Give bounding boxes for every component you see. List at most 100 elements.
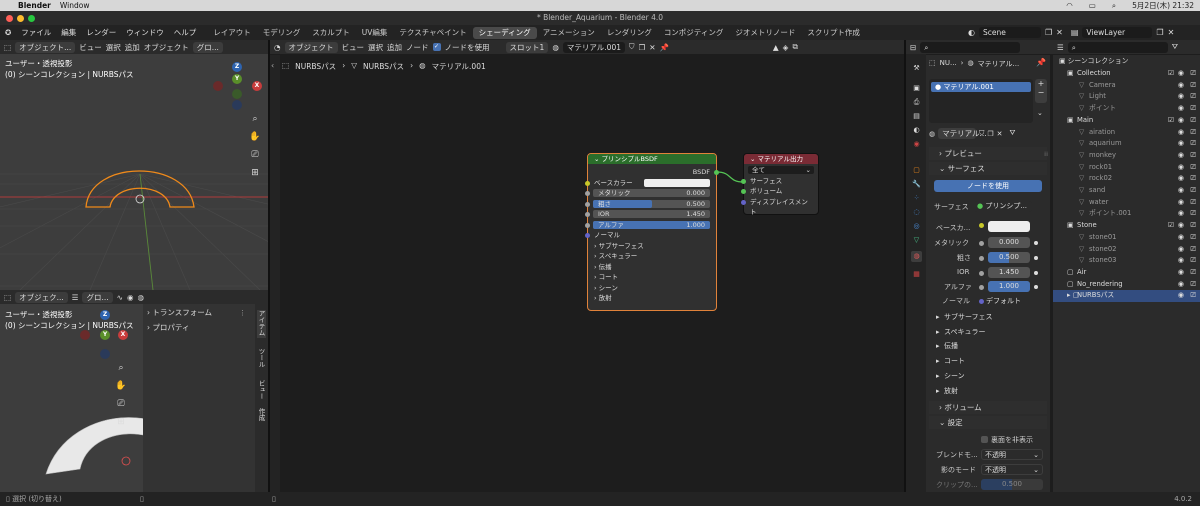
exclude-checkbox-icon[interactable]: ☑ xyxy=(1168,68,1174,80)
transform-panel[interactable]: › トランスフォーム xyxy=(147,307,212,318)
node-editor[interactable]: ‹ ⬚ NURBSパス › ▽ NURBSパス › ◍ マテリアル.001 ⌄ プリン… xyxy=(270,55,904,492)
modifier-tab-icon[interactable]: 🔧 xyxy=(911,179,922,190)
gizmo-neg-y-icon[interactable] xyxy=(232,89,242,99)
settings-section[interactable]: ⌄ 設定 xyxy=(929,416,1047,429)
hide-eye-icon[interactable]: ◉ xyxy=(1178,115,1184,127)
hide-eye-icon[interactable]: ◉ xyxy=(1178,279,1184,291)
world-tab-icon[interactable]: ◉ xyxy=(911,139,922,150)
render-camera-icon[interactable]: ⎚ xyxy=(1190,68,1196,80)
bsdf-slider[interactable]: アルファ 1.000 xyxy=(593,220,710,229)
hide-eye-icon[interactable]: ◉ xyxy=(1178,244,1184,256)
workspace-tab[interactable]: ジオメトリノード xyxy=(729,27,801,39)
menu-icon[interactable]: ☰ xyxy=(72,293,79,302)
workspace-tab[interactable]: レイアウト xyxy=(207,27,257,39)
hide-eye-icon[interactable]: ◉ xyxy=(1178,103,1184,115)
workspace-tab[interactable]: テクスチャペイント xyxy=(393,27,472,39)
new-scene-icon[interactable]: ❐ xyxy=(1045,28,1052,37)
zoom-icon[interactable]: ⌕ xyxy=(248,112,262,126)
hide-eye-icon[interactable]: ◉ xyxy=(1178,197,1184,209)
zoom-window-button[interactable] xyxy=(28,15,35,22)
surface-subpanel[interactable]: ▸ スペキュラー xyxy=(936,327,985,337)
properties-search[interactable]: ⌕ xyxy=(920,41,1021,53)
render-camera-icon[interactable]: ⎚ xyxy=(1190,255,1196,267)
camera-icon[interactable]: ⎚ xyxy=(248,148,262,162)
pin-icon[interactable]: 📌 xyxy=(660,43,669,52)
hide-eye-icon[interactable]: ◉ xyxy=(1178,232,1184,244)
render-camera-icon[interactable]: ⎚ xyxy=(1190,244,1196,256)
view-options-icon[interactable]: ⧉ xyxy=(792,42,797,52)
pan-hand-icon[interactable]: ✋ xyxy=(114,379,128,393)
render-camera-icon[interactable]: ⎚ xyxy=(1190,208,1196,220)
bsdf-slider[interactable]: メタリック 0.000 xyxy=(593,189,710,197)
hide-eye-icon[interactable]: ◉ xyxy=(1178,127,1184,139)
hide-eye-icon[interactable]: ◉ xyxy=(1178,267,1184,279)
normal-value[interactable]: デフォルト xyxy=(986,296,1021,306)
proportional-icon[interactable]: ◉ xyxy=(127,293,134,302)
slot-add-remove-buttons[interactable]: + − xyxy=(1035,79,1047,103)
property-slider[interactable]: 0.500 xyxy=(988,252,1030,263)
surface-subpanel[interactable]: ▸ コート xyxy=(936,356,965,366)
minimize-window-button[interactable] xyxy=(17,15,24,22)
surface-subpanel[interactable]: ▸ シーン xyxy=(936,371,965,381)
base-color-swatch[interactable] xyxy=(644,178,710,187)
render-camera-icon[interactable]: ⎚ xyxy=(1190,91,1196,103)
orientation-dropdown[interactable]: グロ... xyxy=(82,291,113,303)
overlay-icon[interactable]: ▲ xyxy=(773,43,779,52)
render-camera-icon[interactable]: ⎚ xyxy=(1190,103,1196,115)
mode-dropdown[interactable]: オブジェク... xyxy=(15,291,68,303)
constraints-tab-icon[interactable]: ◎ xyxy=(911,221,922,232)
orientation-dropdown[interactable]: グロ... xyxy=(192,41,223,53)
render-camera-icon[interactable]: ⎚ xyxy=(1190,115,1196,127)
shadow-mode-dropdown[interactable]: 不透明 ⌄ xyxy=(981,464,1043,475)
surface-shader-field[interactable]: ● プリンシプ... xyxy=(974,201,1032,212)
object-tab-icon[interactable]: ▢ xyxy=(911,165,922,176)
gizmo-neg-z-icon[interactable] xyxy=(232,100,242,110)
render-camera-icon[interactable]: ⎚ xyxy=(1190,279,1196,291)
workspace-tab[interactable]: アニメーション xyxy=(537,27,601,39)
editor-type-icon[interactable]: ⊟ xyxy=(910,43,916,52)
clip-threshold-field[interactable]: 0.500 xyxy=(981,479,1043,490)
bsdf-output-socket[interactable] xyxy=(714,170,719,175)
gizmo-y-icon[interactable]: Y xyxy=(232,74,242,84)
render-camera-icon[interactable]: ⎚ xyxy=(1190,232,1196,244)
bsdf-subpanel[interactable]: › シーン xyxy=(588,283,716,294)
datetime[interactable]: 5月2日(木) 21:32 xyxy=(1132,0,1194,11)
window-menu[interactable]: Window xyxy=(60,1,90,10)
outliner-item[interactable]: ▸ ▢ NURBSパス ◉ ⎚ xyxy=(1053,290,1200,302)
target-dropdown[interactable]: 全て ⌄ xyxy=(748,166,814,174)
gizmo-neg-x-icon[interactable] xyxy=(80,330,90,340)
remove-scene-icon[interactable]: ✕ xyxy=(1056,28,1063,37)
zoom-icon[interactable]: ⌕ xyxy=(114,361,128,375)
fake-user-icon[interactable]: ⛉ xyxy=(629,42,635,52)
render-tab-icon[interactable]: ▣ xyxy=(911,83,922,94)
data-tab-icon[interactable]: ▽ xyxy=(911,235,922,246)
input-socket[interactable] xyxy=(585,191,590,196)
outliner[interactable]: ▣ シーンコレクション ▣ Collection ☑ ◉ ⎚ ▽ Camera ◉ ⎚ ▽ Ligh… xyxy=(1053,55,1200,492)
outliner-item[interactable]: ▽ rock01 ◉ ⎚ xyxy=(1053,162,1200,174)
unlink-icon[interactable]: ✕ xyxy=(997,130,1003,138)
outliner-item[interactable]: ▽ sand ◉ ⎚ xyxy=(1053,185,1200,197)
surface-subpanel[interactable]: ▸ 放射 xyxy=(936,386,958,396)
material-output-node[interactable]: ⌄ マテリアル出力 全て ⌄ サーフェス ボリューム ディスプレイスメント xyxy=(741,153,819,216)
grid-view-icon[interactable]: ⊞ xyxy=(248,166,262,180)
duplicate-icon[interactable]: ❐ xyxy=(987,130,993,138)
expand-toolbar-icon[interactable]: ‹ xyxy=(271,61,274,70)
gizmo-neg-z-icon[interactable] xyxy=(100,349,110,359)
hide-eye-icon[interactable]: ◉ xyxy=(1178,80,1184,92)
outliner-item[interactable]: ▽ rock02 ◉ ⎚ xyxy=(1053,173,1200,185)
use-nodes-checkbox[interactable]: ✓ xyxy=(432,43,441,51)
node-add-menu[interactable]: 追加 xyxy=(387,42,402,53)
bsdf-subpanel[interactable]: › スペキュラー xyxy=(588,251,716,262)
hide-eye-icon[interactable]: ◉ xyxy=(1178,68,1184,80)
bsdf-subpanel[interactable]: › サブサーフェス xyxy=(588,241,716,252)
outliner-item[interactable]: ▢ Air ◉ ⎚ xyxy=(1053,267,1200,279)
blender-logo-icon[interactable]: ✪ xyxy=(0,28,16,37)
camera-icon[interactable]: ⎚ xyxy=(114,397,128,411)
menu-item[interactable]: レンダー xyxy=(81,27,121,38)
bsdf-slider[interactable]: IOR 1.450 xyxy=(593,210,710,218)
surface-subpanel[interactable]: ▸ サブサーフェス xyxy=(936,312,993,322)
hide-eye-icon[interactable]: ◉ xyxy=(1178,150,1184,162)
blend-mode-dropdown[interactable]: 不透明 ⌄ xyxy=(981,449,1043,460)
render-camera-icon[interactable]: ⎚ xyxy=(1190,173,1196,185)
editor-type-icon[interactable]: ☰ xyxy=(1057,43,1064,52)
